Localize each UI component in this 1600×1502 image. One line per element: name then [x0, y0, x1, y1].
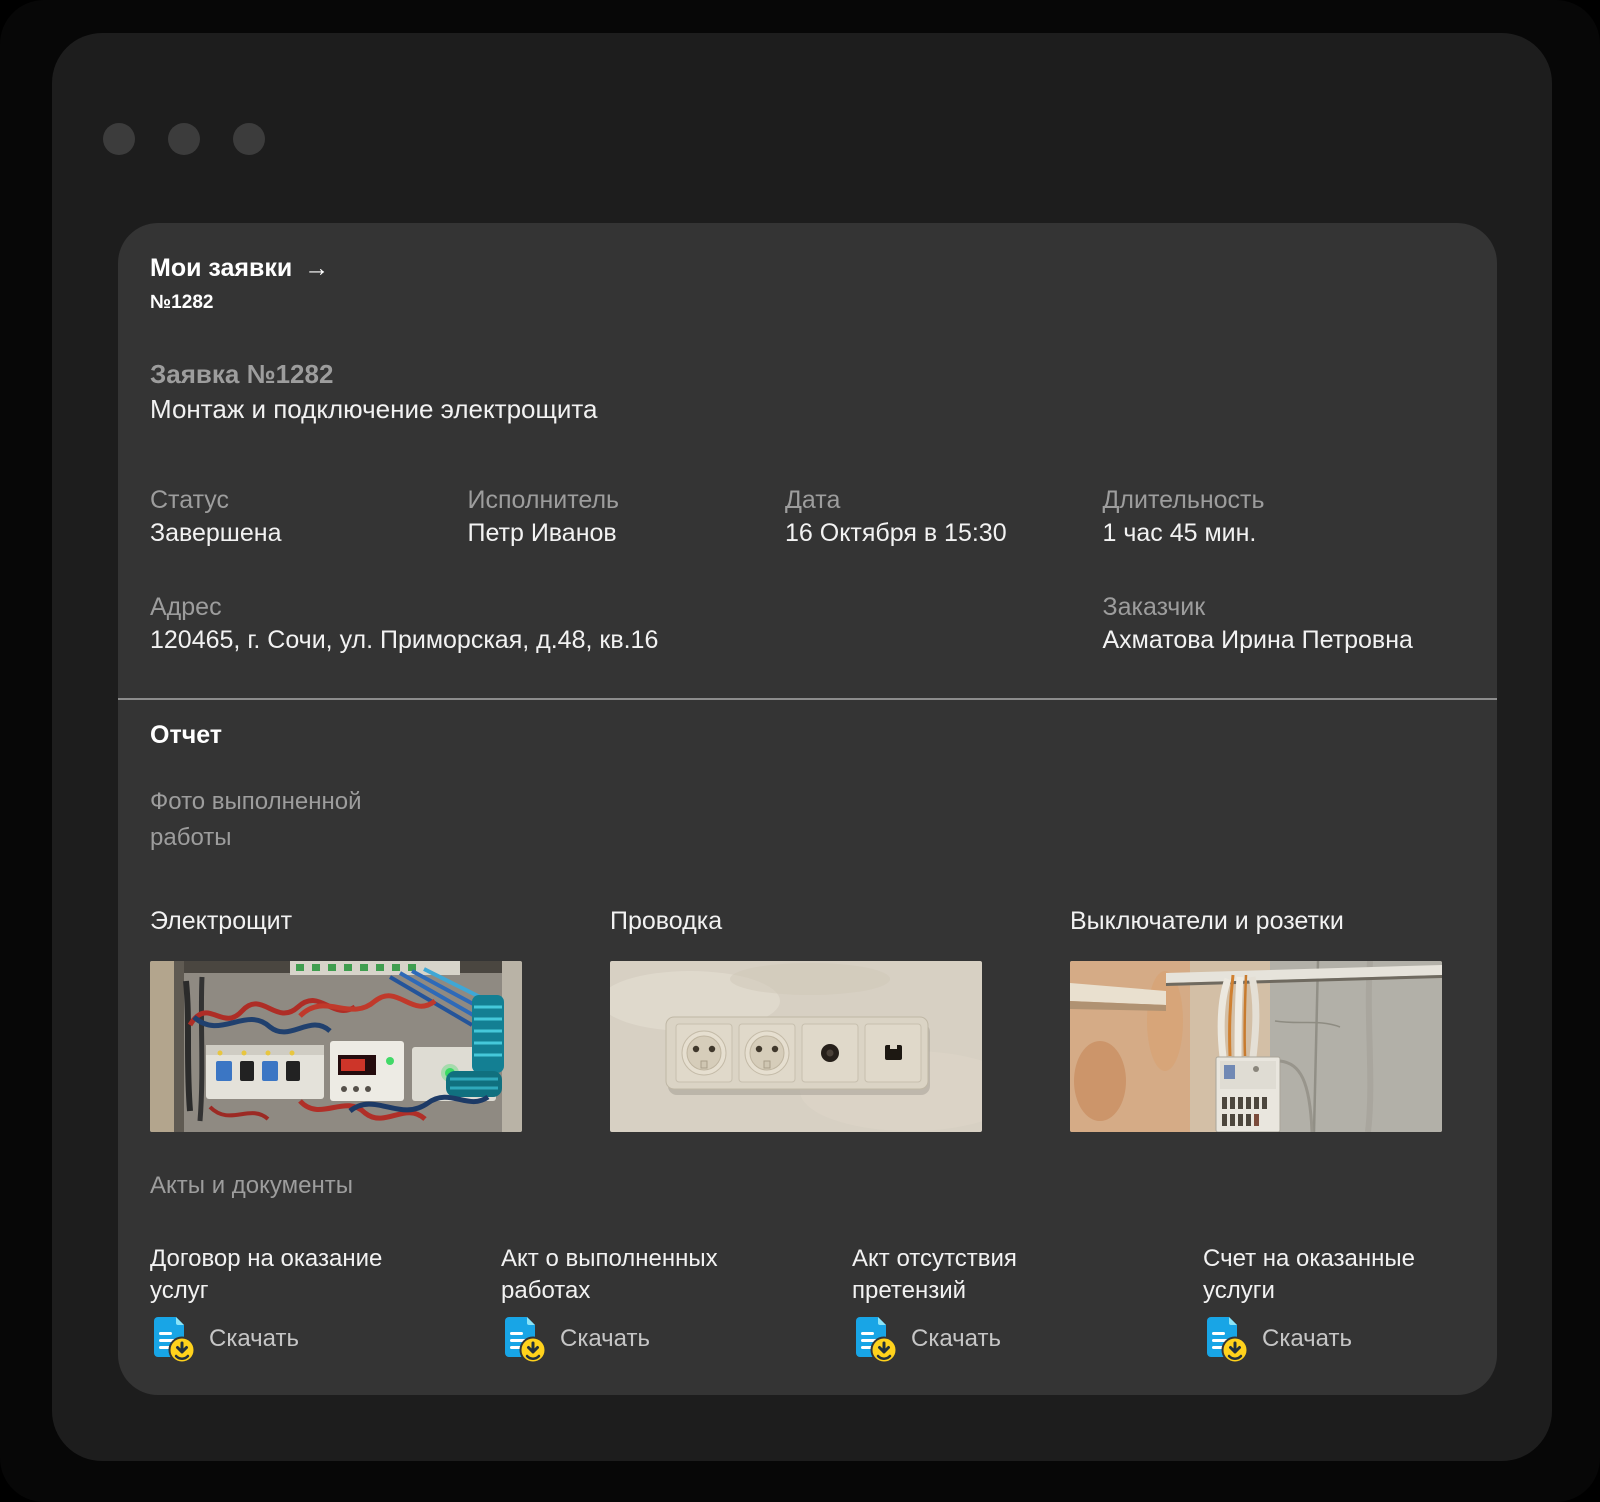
breadcrumb-link[interactable]: Мои заявки → — [150, 253, 329, 283]
download-label: Скачать — [209, 1325, 299, 1353]
arrow-right-icon: → — [304, 253, 329, 283]
photo-switches[interactable] — [1070, 961, 1442, 1132]
download-button[interactable]: Скачать — [852, 1315, 1001, 1363]
window-controls — [103, 123, 265, 155]
meta-value: 16 Октября в 15:30 — [785, 517, 1103, 549]
document-item: Договор на оказание услуг — [150, 1243, 501, 1363]
meta-duration: Длительность 1 час 45 мин. — [1103, 485, 1421, 549]
documents-grid: Договор на оказание услуг — [150, 1243, 1465, 1363]
request-card: Мои заявки → №1282 Заявка №1282 Монтаж и… — [118, 223, 1497, 1395]
meta-label: Исполнитель — [468, 485, 786, 515]
meta-value: 1 час 45 мин. — [1103, 517, 1421, 549]
download-button[interactable]: Скачать — [1203, 1315, 1352, 1363]
download-button[interactable]: Скачать — [501, 1315, 650, 1363]
photo-electroshield[interactable] — [150, 961, 522, 1132]
document-title: Договор на оказание услуг — [150, 1243, 405, 1307]
documents-section-label: Акты и документы — [150, 1171, 1465, 1201]
download-label: Скачать — [1262, 1325, 1352, 1353]
photo-item-electroshield: Электрощит — [150, 906, 522, 1132]
breadcrumb-label: Мои заявки — [150, 253, 292, 283]
meta-value: Ахматова Ирина Петровна — [1103, 624, 1421, 656]
document-title: Акт отсутствия претензий — [852, 1243, 1107, 1307]
meta-row-1: Статус Завершена Исполнитель Петр Иванов… — [150, 485, 1420, 549]
browser-window: Мои заявки → №1282 Заявка №1282 Монтаж и… — [52, 33, 1552, 1461]
request-title: Монтаж и подключение электрощита — [150, 391, 1465, 427]
document-title: Счет на оказанные услуги — [1203, 1243, 1458, 1307]
meta-value: Завершена — [150, 517, 468, 549]
download-label: Скачать — [560, 1325, 650, 1353]
download-label: Скачать — [911, 1325, 1001, 1353]
photo-item-wiring: Проводка — [610, 906, 982, 1132]
window-control-dot — [103, 123, 135, 155]
download-button[interactable]: Скачать — [150, 1315, 299, 1363]
meta-label: Дата — [785, 485, 1103, 515]
document-title: Акт о выполненных работах — [501, 1243, 756, 1307]
meta-label: Длительность — [1103, 485, 1421, 515]
report-heading: Отчет — [150, 720, 1465, 750]
photos-grid: Электрощит — [150, 906, 1465, 1132]
photo-caption: Проводка — [610, 906, 982, 936]
meta-label: Статус — [150, 485, 468, 515]
photo-wiring[interactable] — [610, 961, 982, 1132]
photo-item-switches: Выключатели и розетки — [1070, 906, 1442, 1132]
download-doc-icon — [501, 1315, 547, 1363]
meta-label: Адрес — [150, 592, 1103, 622]
photo-caption: Выключатели и розетки — [1070, 906, 1442, 936]
window-control-dot — [233, 123, 265, 155]
meta-date: Дата 16 Октября в 15:30 — [785, 485, 1103, 549]
photo-image — [1070, 961, 1442, 1132]
page-background: Мои заявки → №1282 Заявка №1282 Монтаж и… — [0, 0, 1600, 1502]
window-control-dot — [168, 123, 200, 155]
request-heading: Заявка №1282 — [150, 357, 1465, 391]
photo-image — [610, 961, 982, 1132]
document-item: Счет на оказанные услуги — [1203, 1243, 1465, 1363]
meta-value: 120465, г. Сочи, ул. Приморская, д.48, к… — [150, 624, 1103, 656]
request-number: №1282 — [150, 291, 1465, 315]
photo-caption: Электрощит — [150, 906, 522, 936]
meta-row-2: Адрес 120465, г. Сочи, ул. Приморская, д… — [150, 592, 1420, 656]
photo-image — [150, 961, 522, 1132]
meta-customer: Заказчик Ахматова Ирина Петровна — [1103, 592, 1421, 656]
meta-address: Адрес 120465, г. Сочи, ул. Приморская, д… — [150, 592, 1103, 656]
document-item: Акт отсутствия претензий — [852, 1243, 1203, 1363]
download-doc-icon — [852, 1315, 898, 1363]
section-divider — [118, 698, 1497, 700]
meta-executor: Исполнитель Петр Иванов — [468, 485, 786, 549]
meta-value: Петр Иванов — [468, 517, 786, 549]
download-doc-icon — [150, 1315, 196, 1363]
document-item: Акт о выполненных работах — [501, 1243, 852, 1363]
download-doc-icon — [1203, 1315, 1249, 1363]
meta-status: Статус Завершена — [150, 485, 468, 549]
photos-section-label: Фото выполненной работы — [150, 784, 390, 856]
meta-label: Заказчик — [1103, 592, 1421, 622]
